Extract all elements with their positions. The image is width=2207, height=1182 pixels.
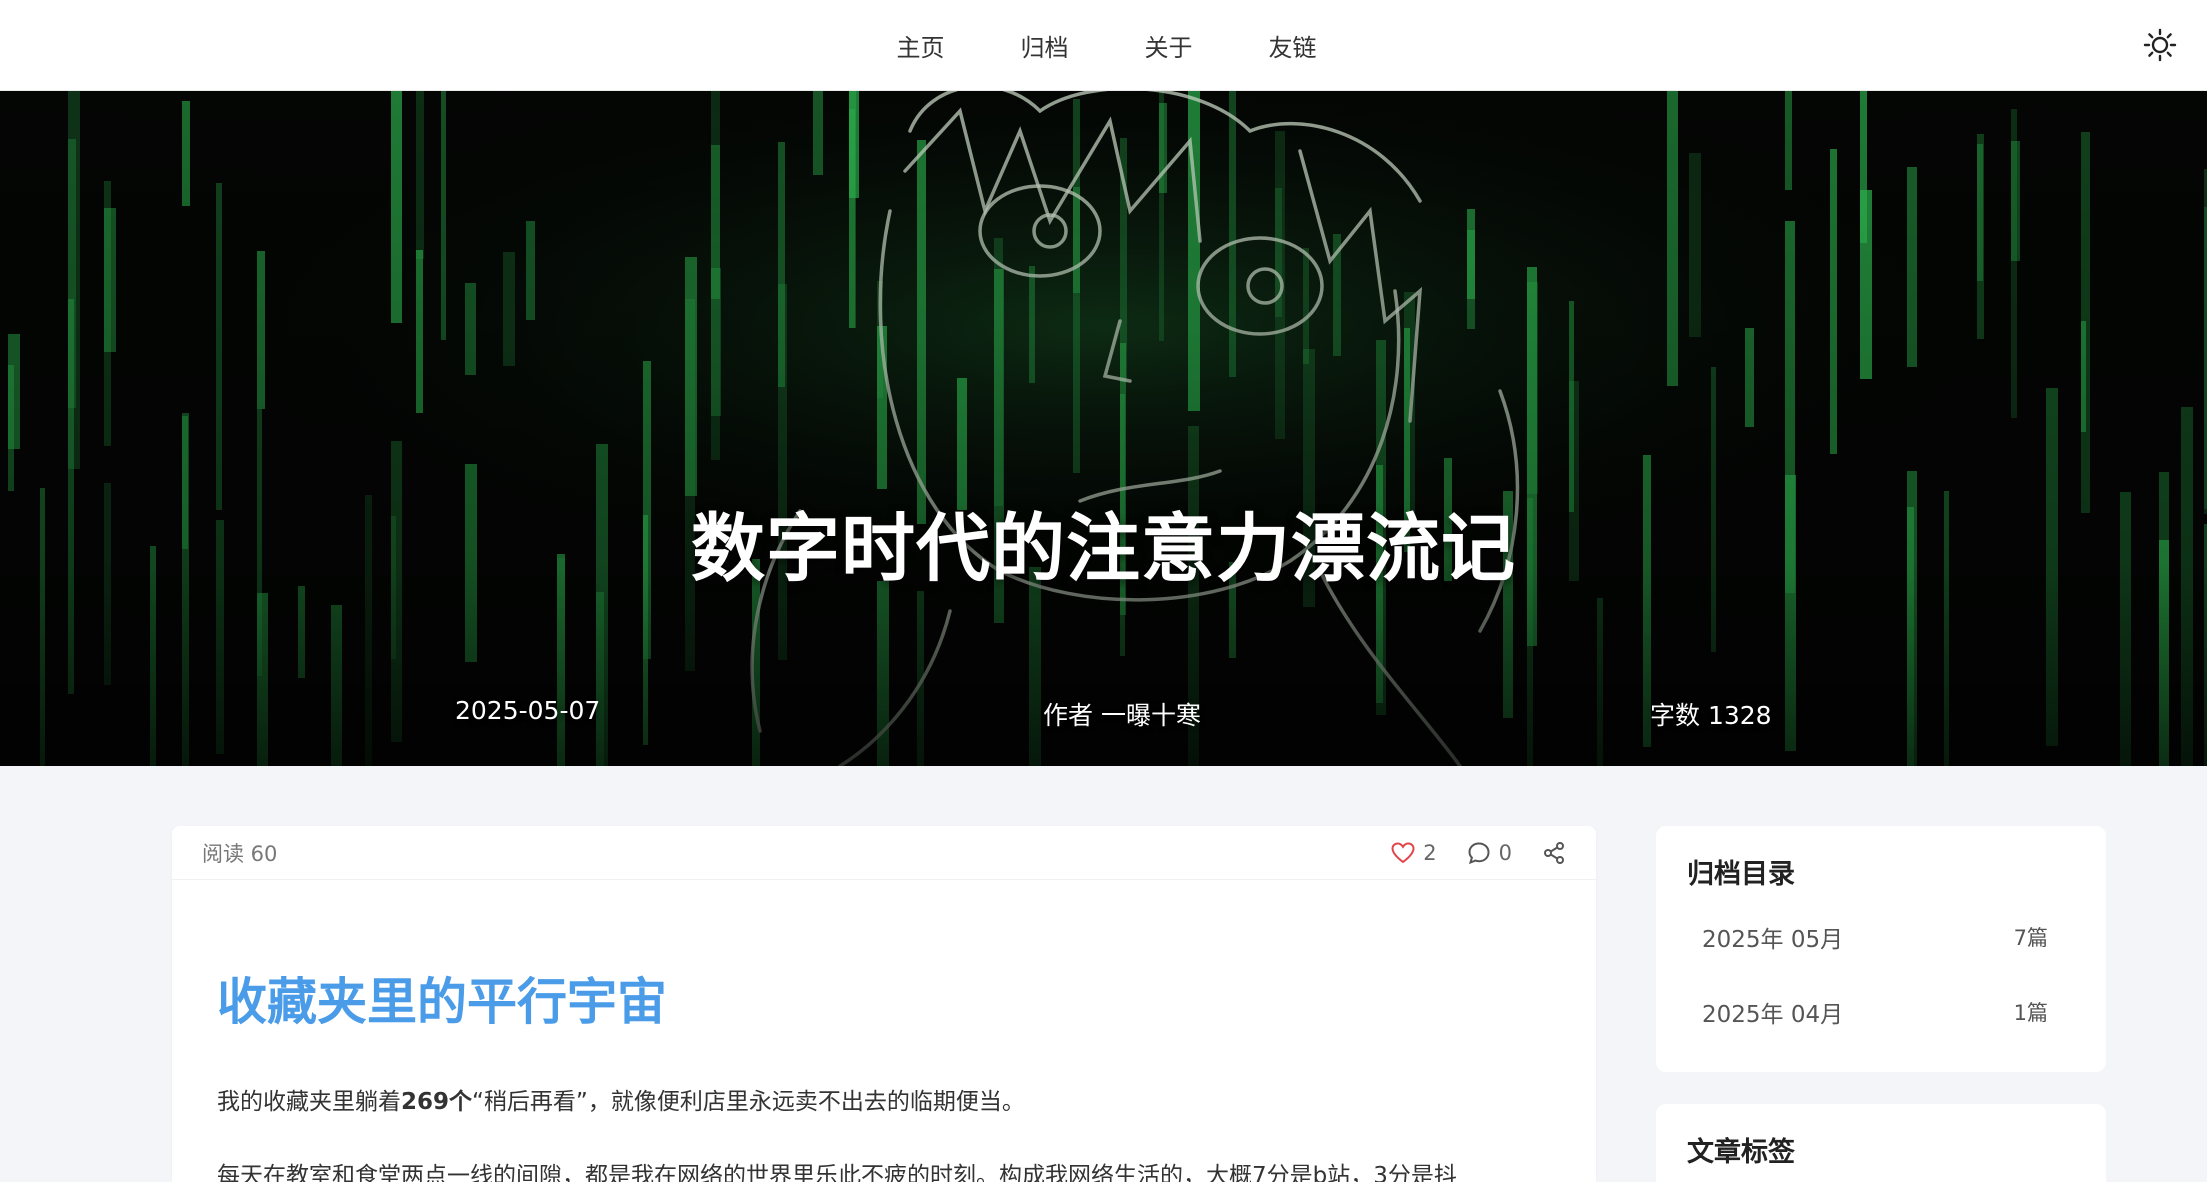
- nav-archive-link[interactable]: 归档: [1021, 28, 1069, 63]
- archive-month: 2025年 05月: [1702, 927, 1844, 953]
- paragraph-bold-text: 269个: [401, 1089, 473, 1115]
- post-date: 2025-05-07: [455, 696, 601, 725]
- top-navbar: 主页 归档 关于 友链: [0, 0, 2207, 91]
- nav-about-link[interactable]: 关于: [1145, 28, 1193, 63]
- paragraph-text: 我的收藏夹里躺着: [217, 1089, 401, 1115]
- comment-count: 0: [1498, 841, 1512, 865]
- section-heading: 收藏夹里的平行宇宙: [217, 973, 667, 1031]
- archive-month: 2025年 04月: [1702, 1002, 1844, 1028]
- nav-friends-link[interactable]: 友链: [1269, 28, 1317, 63]
- comment-button[interactable]: 0: [1467, 841, 1512, 865]
- tags-title: 文章标签: [1687, 1137, 1795, 1168]
- archive-title: 归档目录: [1687, 859, 1795, 890]
- like-button[interactable]: 2: [1391, 841, 1437, 865]
- nav-links: 主页 归档 关于 友链: [0, 0, 2207, 91]
- sun-icon[interactable]: [2143, 28, 2177, 62]
- paragraph-text: “稍后再看”，就像便利店里永远卖不出去的临期便当。: [472, 1089, 1025, 1115]
- post-author: 作者 一曝十寒: [1043, 701, 1201, 730]
- hero-banner: 数字时代的注意力漂流记 2025-05-07 作者 一曝十寒 字数 1328: [0, 91, 2207, 766]
- post-content-card: 阅读 60 2 0 收藏夹里的平行宇宙 我的收藏夹里躺着269个“稍后再看”，就…: [172, 826, 1596, 1182]
- share-icon: [1544, 842, 1564, 864]
- archive-count: 1篇: [2013, 1001, 2048, 1025]
- archive-widget: 归档目录 2025年 05月 7篇 2025年 04月 1篇: [1656, 826, 2106, 1072]
- hero-background-image: [0, 91, 2207, 766]
- paragraph: 我的收藏夹里躺着269个“稍后再看”，就像便利店里永远卖不出去的临期便当。: [217, 1082, 1025, 1116]
- tags-widget: 文章标签: [1656, 1104, 2106, 1182]
- paragraph: 每天在教室和食堂两点一线的间隙，都是我在网络的世界里乐此不疲的时刻。构成我网络生…: [217, 1163, 1457, 1182]
- heart-icon: [1391, 842, 1415, 864]
- archive-item-2025-05[interactable]: 2025年 05月 7篇: [1702, 917, 2048, 957]
- post-word-count: 字数 1328: [1650, 701, 1772, 730]
- nav-home-link[interactable]: 主页: [897, 28, 945, 63]
- read-count: 阅读 60: [202, 841, 278, 866]
- post-stats-bar: 阅读 60 2 0: [172, 826, 1596, 880]
- share-button[interactable]: [1542, 841, 1566, 865]
- like-count: 2: [1423, 841, 1437, 865]
- post-actions: 2 0: [1391, 826, 1566, 880]
- post-title: 数字时代的注意力漂流记: [691, 506, 1516, 592]
- comment-icon: [1468, 842, 1490, 865]
- archive-count: 7篇: [2013, 926, 2048, 950]
- archive-item-2025-04[interactable]: 2025年 04月 1篇: [1702, 992, 2048, 1032]
